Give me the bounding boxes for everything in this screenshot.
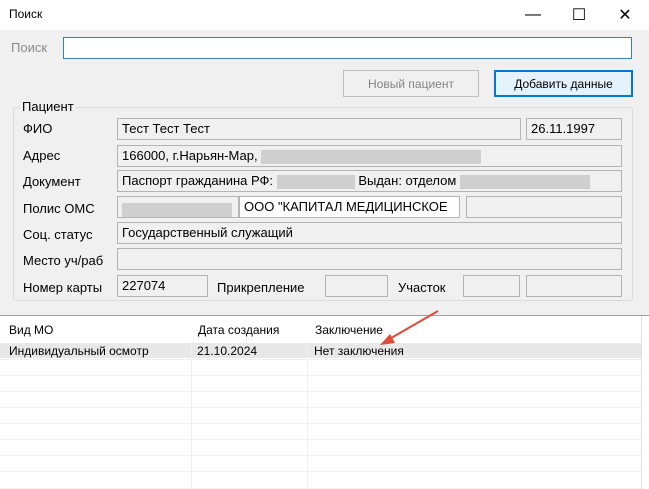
redacted-block [122, 202, 232, 217]
work-label: Место уч/раб [23, 253, 104, 268]
policy-number-field[interactable] [117, 196, 239, 218]
redacted-block [261, 149, 482, 164]
redacted-block [276, 174, 355, 189]
birth-date-field[interactable]: 26.11.1997 [526, 118, 622, 140]
card-label: Номер карты [23, 280, 103, 295]
work-place-field[interactable] [117, 248, 622, 270]
grid-line [0, 455, 641, 456]
policy-label: Полис ОМС [23, 201, 95, 216]
maximize-button[interactable]: ☐ [556, 0, 602, 30]
grid-line [0, 375, 641, 376]
redacted-block [459, 174, 590, 189]
address-field[interactable]: 166000, г.Нарьян-Мар, [117, 145, 622, 167]
close-icon: ✕ [618, 7, 632, 24]
fio-field[interactable]: Тест Тест Тест [117, 118, 521, 140]
grid-line [0, 471, 641, 472]
policy-org-field[interactable]: ООО "КАПИТАЛ МЕДИЦИНСКОЕ [239, 196, 460, 218]
grid-column-line [307, 341, 308, 489]
grid-line [0, 439, 641, 440]
column-header-conclusion[interactable]: Заключение [306, 316, 641, 340]
address-text: 166000, г.Нарьян-Мар, [122, 148, 258, 163]
district-field[interactable] [463, 275, 520, 297]
grid-line [0, 391, 641, 392]
document-text: Паспорт гражданина РФ: [122, 173, 274, 188]
attachment-field[interactable] [325, 275, 388, 297]
window-title: Поиск [9, 7, 43, 21]
grid-scrollbar[interactable] [641, 316, 649, 489]
grid-line [0, 359, 641, 360]
search-label: Поиск [11, 40, 48, 55]
search-input[interactable] [63, 37, 632, 59]
social-status-field[interactable]: Государственный служащий [117, 222, 622, 244]
social-label: Соц. статус [23, 227, 93, 242]
document-label: Документ [23, 174, 81, 189]
new-patient-button[interactable]: Новый пациент [343, 70, 479, 97]
card-number-field[interactable]: 227074 [117, 275, 208, 297]
grid-column-line [191, 341, 192, 489]
maximize-icon: ☐ [571, 7, 587, 24]
document-issued-text: Выдан: отделом [358, 173, 457, 188]
grid-line [0, 407, 641, 408]
minimize-button[interactable]: — [510, 0, 556, 30]
results-grid[interactable]: Вид МО Дата создания Заключение Индивиду… [0, 315, 649, 489]
policy-extra-field[interactable] [466, 196, 622, 218]
document-field[interactable]: Паспорт гражданина РФ: Выдан: отделом [117, 170, 622, 192]
minimize-icon: — [525, 6, 541, 23]
close-button[interactable]: ✕ [602, 0, 648, 30]
column-header-type[interactable]: Вид МО [0, 316, 191, 340]
column-header-date[interactable]: Дата создания [189, 316, 307, 340]
fio-label: ФИО [23, 121, 53, 136]
row-type-cell: Индивидуальный осмотр [9, 344, 149, 358]
grid-line [0, 423, 641, 424]
attachment-label: Прикрепление [217, 280, 305, 295]
row-date-cell: 21.10.2024 [197, 344, 258, 358]
district-extra-field[interactable] [526, 275, 622, 297]
add-data-button[interactable]: Добавить данные [494, 70, 633, 97]
address-label: Адрес [23, 148, 61, 163]
annotation-arrow-icon [380, 310, 439, 345]
district-label: Участок [398, 280, 446, 295]
patient-group-title: Пациент [20, 99, 76, 114]
